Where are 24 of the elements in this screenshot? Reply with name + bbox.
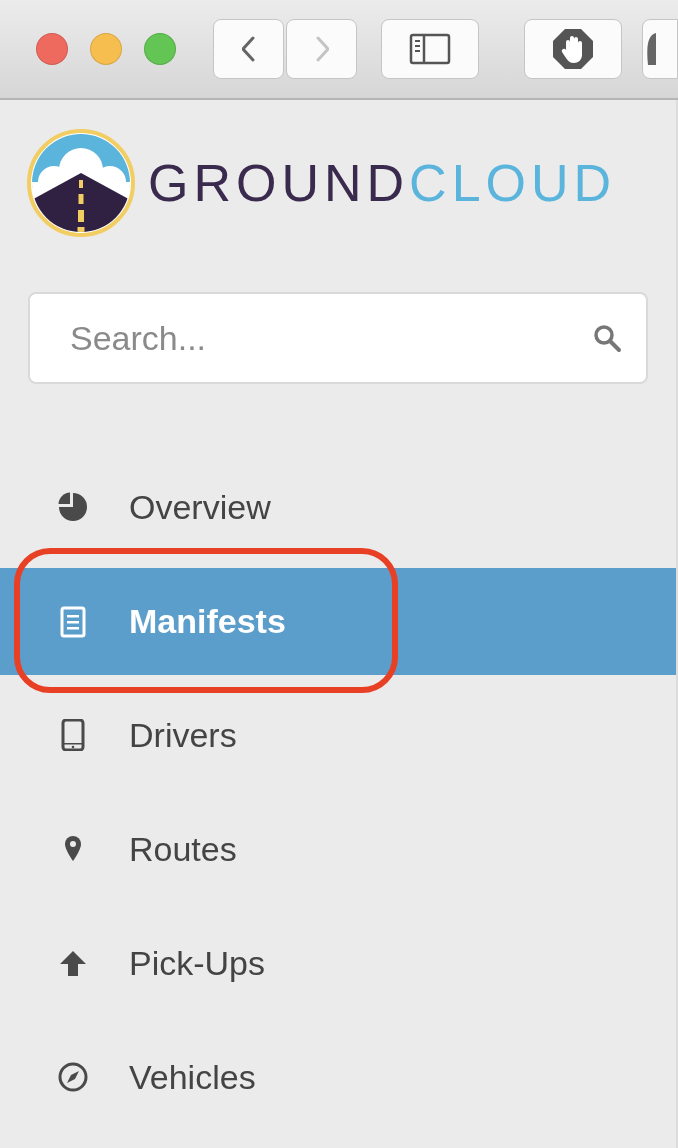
close-button[interactable] xyxy=(36,33,68,65)
nav-item[interactable]: Drivers xyxy=(0,678,676,792)
minimize-button[interactable] xyxy=(90,33,122,65)
compass-icon xyxy=(57,1061,89,1093)
nav-item[interactable]: Vehicles xyxy=(0,1020,676,1134)
zoom-button[interactable] xyxy=(144,33,176,65)
nav-item[interactable]: Pick-Ups xyxy=(0,906,676,1020)
logo-icon xyxy=(26,128,136,238)
toolbar-button[interactable] xyxy=(642,19,678,79)
nav-item[interactable]: Routes xyxy=(0,792,676,906)
search-field[interactable]: Search... xyxy=(28,292,648,384)
hand-stop-button[interactable] xyxy=(524,19,622,79)
sidebar-toggle-button[interactable] xyxy=(381,19,479,79)
logo-word: GROUND xyxy=(148,153,410,213)
search-icon xyxy=(592,323,622,353)
sidebar-icon xyxy=(409,33,451,65)
nav-item[interactable]: Overview xyxy=(0,450,676,564)
pie-chart-icon xyxy=(57,491,89,523)
logo-word: CLOUD xyxy=(409,153,617,213)
hand-stop-icon xyxy=(552,28,594,70)
partial-icon xyxy=(647,33,656,65)
chevron-icon xyxy=(314,36,329,62)
back-button[interactable] xyxy=(213,19,284,79)
chevron-icon xyxy=(241,36,256,62)
